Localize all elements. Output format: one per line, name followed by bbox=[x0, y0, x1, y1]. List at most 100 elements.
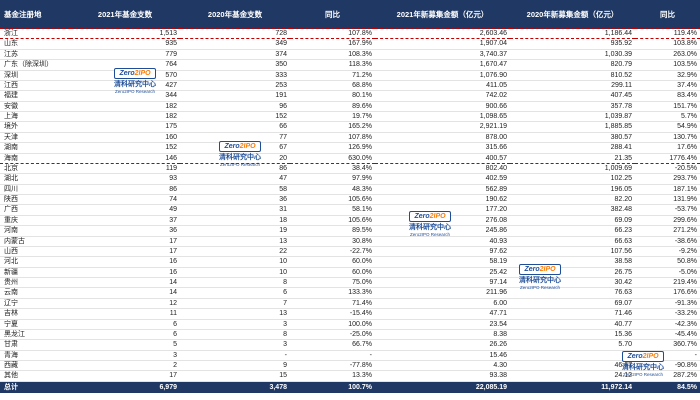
region-cell: 青海 bbox=[0, 350, 70, 362]
value-cell: 349 bbox=[180, 38, 290, 50]
table-row: 广西 49 31 58.1% 177.20 382.48 -53.7% bbox=[0, 204, 700, 216]
value-cell: 190.62 bbox=[375, 194, 510, 206]
value-cell: 97.9% bbox=[290, 173, 375, 185]
value-cell: 263.0% bbox=[635, 49, 700, 61]
table-row: 深圳 570 333 71.2% 1,076.90 810.52 32.9% bbox=[0, 70, 700, 81]
value-cell: 211.96 bbox=[375, 287, 510, 299]
value-cell: 66.23 bbox=[510, 225, 635, 237]
value-cell: 71.4% bbox=[290, 298, 375, 310]
table-row: 福建 344 191 80.1% 742.02 407.45 83.4% bbox=[0, 90, 700, 102]
value-cell: 103.8% bbox=[635, 38, 700, 50]
value-cell: 49 bbox=[70, 204, 180, 216]
table-row: 陕西 74 36 105.6% 190.62 82.20 131.9% bbox=[0, 194, 700, 206]
value-cell: 13 bbox=[180, 308, 290, 320]
value-cell: 219.4% bbox=[635, 277, 700, 289]
value-cell: 46.67 bbox=[510, 360, 635, 372]
table-row: 海南 146 20 630.0% 400.57 21.35 1776.4% bbox=[0, 152, 700, 164]
table-body: 浙江 1,513 728 107.8% 2,603.46 1,186.44 119.4% 山东… bbox=[0, 27, 700, 393]
value-cell: 93.38 bbox=[375, 370, 510, 382]
value-cell: 25.42 bbox=[375, 267, 510, 279]
value-cell: 103.5% bbox=[635, 59, 700, 71]
value-cell: 315.66 bbox=[375, 142, 510, 154]
value-cell: 19.7% bbox=[290, 111, 375, 123]
table-row: 内蒙古 17 13 30.8% 40.93 66.63 -38.6% bbox=[0, 236, 700, 247]
value-cell: 119 bbox=[70, 163, 180, 175]
value-cell: 176.6% bbox=[635, 287, 700, 299]
value-cell: 40.93 bbox=[375, 236, 510, 247]
value-cell: 152 bbox=[180, 111, 290, 123]
value-cell: 1,030.39 bbox=[510, 49, 635, 61]
value-cell: 935 bbox=[70, 38, 180, 50]
region-cell: 湖南 bbox=[0, 142, 70, 154]
value-cell: 728 bbox=[180, 27, 290, 40]
region-cell: 辽宁 bbox=[0, 298, 70, 310]
region-cell: 山西 bbox=[0, 246, 70, 258]
value-cell: 76.63 bbox=[510, 287, 635, 299]
region-cell: 湖北 bbox=[0, 173, 70, 185]
value-cell: 97.14 bbox=[375, 277, 510, 289]
value-cell: 810.52 bbox=[510, 70, 635, 81]
value-cell: 6.00 bbox=[375, 298, 510, 310]
value-cell: 5.70 bbox=[510, 339, 635, 351]
table-row: 广东（除深圳） 764 350 118.3% 1,670.47 820.79 103.5% bbox=[0, 59, 700, 71]
table-row: 江苏 779 374 108.3% 3,740.37 1,030.39 263.0% bbox=[0, 49, 700, 61]
value-cell: 100.0% bbox=[290, 319, 375, 330]
value-cell: 742.02 bbox=[375, 90, 510, 102]
value-cell: 130.7% bbox=[635, 132, 700, 144]
value-cell: 357.78 bbox=[510, 101, 635, 113]
value-cell: 9 bbox=[180, 360, 290, 372]
value-cell: 107.56 bbox=[510, 246, 635, 258]
value-cell: 69.09 bbox=[510, 215, 635, 227]
value-cell: 253 bbox=[180, 80, 290, 92]
column-header: 2020年新募集金额（亿元） bbox=[510, 0, 635, 29]
value-cell: 630.0% bbox=[290, 152, 375, 164]
value-cell: 11 bbox=[70, 308, 180, 320]
value-cell: 196.05 bbox=[510, 184, 635, 196]
value-cell: 6 bbox=[180, 287, 290, 299]
value-cell: 562.89 bbox=[375, 184, 510, 196]
table-row: 新疆 16 10 60.0% 25.42 26.75 -5.0% bbox=[0, 267, 700, 279]
value-cell: 2,603.46 bbox=[375, 27, 510, 40]
value-cell: 83.4% bbox=[635, 90, 700, 102]
value-cell: 24.12 bbox=[510, 370, 635, 382]
value-cell: 151.7% bbox=[635, 101, 700, 113]
region-cell: 河南 bbox=[0, 225, 70, 237]
value-cell: 82.20 bbox=[510, 194, 635, 206]
value-cell: 8.38 bbox=[375, 329, 510, 341]
value-cell: 878.00 bbox=[375, 132, 510, 144]
value-cell: 177.20 bbox=[375, 204, 510, 216]
column-header: 同比 bbox=[290, 0, 375, 29]
value-cell: 108.3% bbox=[290, 49, 375, 61]
value-cell: 118.3% bbox=[290, 59, 375, 71]
value-cell: 48.3% bbox=[290, 184, 375, 196]
table-row: 黑龙江 6 8 -25.0% 8.38 15.36 -45.4% bbox=[0, 329, 700, 341]
region-cell: 深圳 bbox=[0, 70, 70, 81]
value-cell: 102.25 bbox=[510, 173, 635, 185]
total-value: 3,478 bbox=[180, 381, 290, 393]
region-cell: 云南 bbox=[0, 287, 70, 299]
value-cell: -22.7% bbox=[290, 246, 375, 258]
value-cell: 38.4% bbox=[290, 163, 375, 175]
column-header: 2020年基金支数 bbox=[180, 0, 290, 29]
region-cell: 安徽 bbox=[0, 101, 70, 113]
total-row: 总计 6,979 3,478 100.7% 22,085.19 11,972.14 84.5… bbox=[0, 381, 700, 393]
value-cell: 17 bbox=[70, 246, 180, 258]
value-cell: -53.7% bbox=[635, 204, 700, 216]
value-cell: 333 bbox=[180, 70, 290, 81]
value-cell: 15.46 bbox=[375, 350, 510, 362]
region-cell: 浙江 bbox=[0, 27, 70, 40]
value-cell: 74 bbox=[70, 194, 180, 206]
value-cell: 293.7% bbox=[635, 173, 700, 185]
total-value: 11,972.14 bbox=[510, 381, 635, 393]
value-cell: 10 bbox=[180, 267, 290, 279]
value-cell: 47 bbox=[180, 173, 290, 185]
value-cell: 23.54 bbox=[375, 319, 510, 330]
value-cell: 182 bbox=[70, 111, 180, 123]
table-row: 云南 14 6 133.3% 211.96 76.63 176.6% bbox=[0, 287, 700, 299]
value-cell: 20 bbox=[180, 152, 290, 164]
value-cell: 360.7% bbox=[635, 339, 700, 351]
value-cell: 1,186.44 bbox=[510, 27, 635, 40]
column-header: 同比 bbox=[635, 0, 700, 29]
region-cell: 海南 bbox=[0, 152, 70, 164]
value-cell: 1,039.87 bbox=[510, 111, 635, 123]
